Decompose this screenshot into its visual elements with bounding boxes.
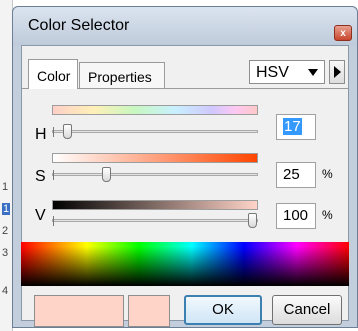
slider-tick: [53, 216, 54, 226]
tab-color[interactable]: Color: [28, 59, 78, 89]
close-icon: x: [340, 28, 346, 39]
value-slider-thumb[interactable]: [248, 213, 257, 228]
slider-tick: [53, 170, 54, 180]
color-mode-value: HSV: [256, 64, 289, 81]
color-selector-dialog: Color Selector x Color Properties HSV H …: [12, 6, 358, 328]
hue-label: H: [35, 126, 47, 143]
hue-value: 17: [283, 118, 302, 135]
saturation-value: 25: [283, 166, 300, 183]
chevron-down-icon: [308, 69, 318, 76]
tab-properties-label: Properties: [88, 69, 152, 85]
saturation-slider-thumb[interactable]: [102, 167, 111, 182]
tab-scroll-button[interactable]: [329, 60, 345, 84]
ok-button[interactable]: OK: [184, 295, 262, 325]
color-mode-select[interactable]: HSV: [249, 60, 325, 84]
background-row-number: 4: [2, 285, 9, 297]
value-label: V: [35, 207, 46, 224]
saturation-slider[interactable]: [52, 167, 258, 182]
arrow-right-icon: [334, 66, 341, 78]
slider-tick: [53, 127, 54, 137]
value-slider[interactable]: [52, 213, 258, 228]
hue-slider-thumb[interactable]: [63, 124, 72, 139]
hue-slider[interactable]: [52, 124, 258, 139]
new-color-swatch: [34, 295, 124, 327]
old-color-swatch: [128, 295, 170, 327]
cancel-button[interactable]: Cancel: [272, 295, 342, 325]
background-row-number-selected: 1: [2, 203, 11, 215]
saturation-label: S: [35, 168, 46, 185]
dialog-title: Color Selector: [28, 17, 130, 34]
value-gradient-strip: [52, 200, 258, 210]
value-unit: %: [322, 208, 333, 222]
tab-color-label: Color: [37, 68, 71, 84]
value-value-input[interactable]: 100: [276, 203, 316, 229]
background-row-number: 2: [2, 225, 9, 237]
close-button[interactable]: x: [334, 25, 352, 41]
background-row-number: 1: [2, 181, 9, 193]
hue-value-input[interactable]: 17: [276, 114, 316, 140]
saturation-value-input[interactable]: 25: [276, 162, 316, 188]
dialog-titlebar[interactable]: Color Selector x: [13, 7, 357, 45]
saturation-gradient-strip: [52, 153, 258, 163]
saturation-unit: %: [322, 167, 333, 181]
hue-gradient-strip: [52, 105, 258, 115]
color-spectrum-picker[interactable]: [21, 242, 349, 286]
value-value: 100: [283, 207, 309, 224]
background-row-number: 3: [2, 247, 9, 259]
tab-properties[interactable]: Properties: [79, 62, 165, 88]
dialog-client-area: Color Properties HSV H 17 S 25 % V 100 %…: [21, 45, 349, 327]
